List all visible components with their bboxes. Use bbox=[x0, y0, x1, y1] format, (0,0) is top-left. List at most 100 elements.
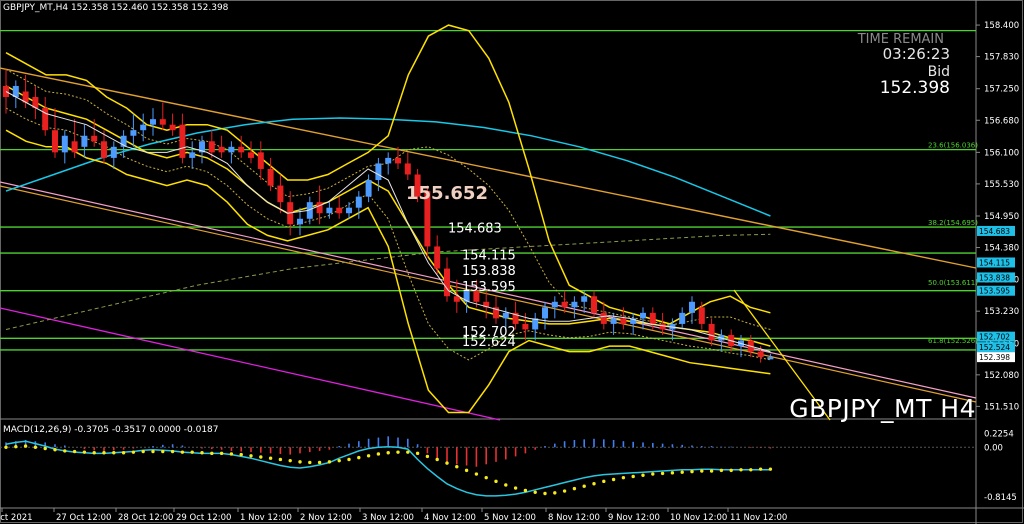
macd-signal-dot bbox=[660, 471, 665, 476]
candle-body bbox=[110, 146, 117, 158]
candle-body bbox=[620, 318, 627, 324]
candle-body bbox=[385, 157, 392, 164]
macd-signal-dot bbox=[582, 484, 586, 488]
candle-body bbox=[257, 152, 264, 169]
price-tick-label: 157.830 bbox=[984, 53, 1019, 63]
macd-signal-dot bbox=[239, 452, 243, 457]
macd-signal-dot bbox=[641, 473, 645, 477]
macd-signal-dot bbox=[680, 470, 684, 474]
macd-signal-dot bbox=[631, 474, 635, 479]
candle-body bbox=[591, 296, 597, 313]
time-tick-label: 27 Oct 12:00 bbox=[56, 513, 111, 523]
macd-signal-dot bbox=[92, 451, 96, 455]
symbol-watermark: GBPJPY_MT H4 bbox=[789, 394, 976, 423]
candle-body bbox=[248, 152, 254, 158]
price-chart[interactable]: 158.400 157.830 157.250 156.680 156.100 155.5… bbox=[0, 0, 1024, 524]
candle-body bbox=[649, 312, 656, 324]
macd-signal-dot bbox=[768, 467, 773, 471]
candle-body bbox=[336, 207, 343, 214]
price-tick-label: 154.950 bbox=[984, 212, 1019, 222]
candle-body bbox=[610, 318, 617, 324]
level-price-label: 152.624 bbox=[462, 335, 516, 350]
macd-signal-dot bbox=[621, 475, 626, 480]
candle-body bbox=[365, 180, 372, 197]
macd-tick-label: 0.2254 bbox=[984, 430, 1014, 440]
macd-signal-dot bbox=[709, 469, 714, 473]
macd-signal-dot bbox=[161, 449, 165, 454]
macd-signal-dot bbox=[611, 477, 616, 482]
candle-body bbox=[444, 268, 450, 297]
level-price-label: 154.115 bbox=[462, 248, 516, 263]
macd-signal-dot bbox=[455, 465, 459, 469]
macd-signal-dot bbox=[121, 451, 126, 455]
fib-level-label: 61.8(152.526) bbox=[928, 337, 978, 345]
macd-signal-dot bbox=[562, 489, 567, 493]
macd-signal-dot bbox=[259, 455, 263, 459]
axis-price-tag-label: 152.524 bbox=[979, 343, 1010, 352]
candle-body bbox=[208, 141, 215, 153]
time-tick-label: 3 Nov 12:00 bbox=[362, 513, 414, 523]
macd-signal-dot bbox=[366, 454, 371, 458]
bid-value: 152.398 bbox=[879, 78, 950, 98]
candle-body bbox=[316, 202, 323, 214]
axis-price-tag-label: 153.838 bbox=[979, 273, 1010, 282]
macd-signal-dot bbox=[396, 450, 400, 454]
macd-signal-dot bbox=[249, 454, 253, 458]
price-tick-label: 151.510 bbox=[984, 402, 1019, 412]
candle-body bbox=[91, 135, 98, 142]
macd-signal-dot bbox=[592, 482, 596, 486]
candle-body bbox=[502, 312, 509, 319]
candle-body bbox=[551, 301, 558, 308]
macd-signal-dot bbox=[749, 468, 753, 472]
macd-signal-dot bbox=[112, 451, 116, 455]
macd-signal-dot bbox=[494, 479, 498, 484]
macd-signal-dot bbox=[533, 490, 537, 494]
candle-body bbox=[169, 124, 176, 131]
time-remain-value: 03:26:23 bbox=[882, 45, 950, 63]
macd-signal-dot bbox=[513, 486, 518, 490]
candle-body bbox=[404, 163, 411, 175]
candle-body bbox=[179, 124, 186, 158]
macd-line bbox=[5, 440, 771, 497]
candle-body bbox=[767, 357, 774, 360]
time-tick-label: 10 Nov 12:00 bbox=[670, 513, 727, 523]
price-tick-label: 155.530 bbox=[984, 180, 1019, 190]
macd-signal-dot bbox=[200, 451, 204, 455]
candle-body bbox=[522, 323, 529, 330]
macd-signal-dot bbox=[308, 460, 312, 465]
candle-body bbox=[571, 301, 578, 308]
axis-price-tag-label: 152.398 bbox=[979, 353, 1010, 362]
candle-body bbox=[453, 296, 460, 302]
candle-body bbox=[689, 301, 695, 313]
macd-tick-label: -0.8145 bbox=[984, 493, 1017, 503]
macd-signal-dot bbox=[141, 449, 145, 454]
candle-body bbox=[346, 207, 352, 214]
macd-signal-dot bbox=[602, 479, 606, 484]
macd-signal-dot bbox=[347, 457, 351, 462]
time-tick-label: 29 Oct 12:00 bbox=[176, 513, 231, 523]
macd-signal-dot bbox=[758, 467, 763, 471]
axis-price-tag-label: 154.683 bbox=[979, 227, 1010, 236]
macd-signal-dot bbox=[102, 451, 106, 455]
candle-body bbox=[640, 312, 646, 319]
axis-price-tag-label: 154.115 bbox=[979, 258, 1010, 267]
candle-body bbox=[659, 323, 666, 330]
macd-signal-dot bbox=[327, 460, 332, 464]
macd-signal-dot bbox=[33, 445, 38, 449]
level-price-label: 153.838 bbox=[462, 264, 516, 279]
candle-body bbox=[130, 130, 137, 136]
candle-body bbox=[297, 218, 303, 225]
macd-signal-dot bbox=[543, 491, 547, 496]
time-tick-label: 4 Nov 12:00 bbox=[424, 513, 476, 523]
candle-body bbox=[757, 351, 764, 358]
level-price-label: 154.683 bbox=[448, 222, 502, 237]
macd-signal-dot bbox=[337, 458, 341, 463]
fib-level-label: 50.0(153.611) bbox=[928, 279, 978, 287]
candle-body bbox=[189, 152, 196, 158]
macd-signal-dot bbox=[386, 451, 390, 455]
macd-signal-dot bbox=[288, 458, 292, 463]
axis-price-tag-label: 153.595 bbox=[979, 287, 1010, 296]
symbol-title: GBPJPY_MT,H4 bbox=[3, 3, 69, 13]
macd-signal-dot bbox=[131, 450, 136, 454]
candle-body bbox=[375, 163, 382, 181]
